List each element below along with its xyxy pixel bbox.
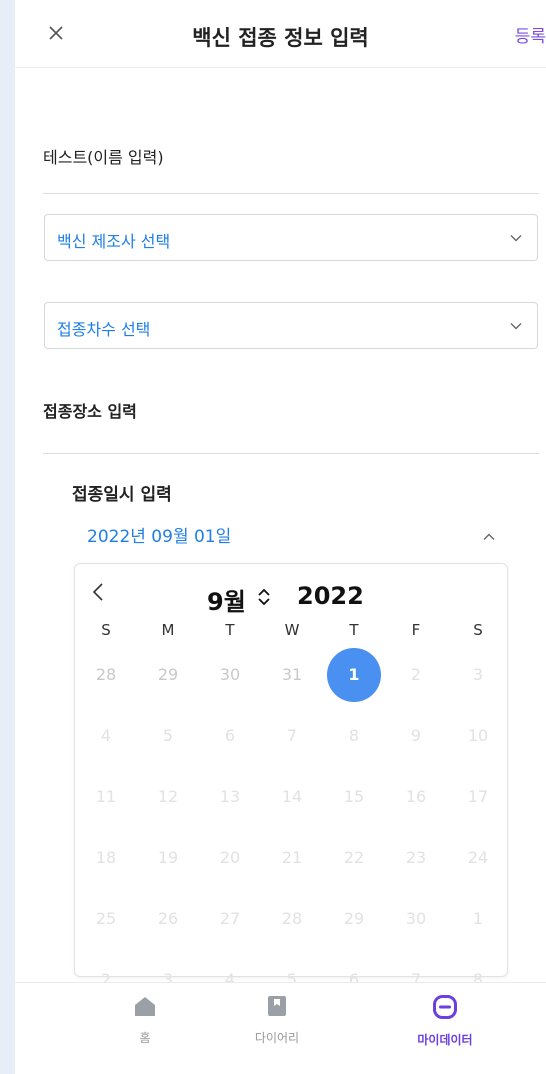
calendar-day[interactable]: 29 (137, 644, 199, 705)
calendar-day[interactable]: 29 (323, 888, 385, 949)
header: 백신 접종 정보 입력 등록 (15, 0, 546, 68)
calendar-day[interactable]: 25 (75, 888, 137, 949)
dose-select-label: 접종차수 선택 (57, 320, 151, 339)
calendar-day[interactable]: 8 (323, 705, 385, 766)
week-row: 4 5 6 7 8 9 10 (75, 705, 509, 766)
weekday-label: M (161, 621, 175, 639)
calendar-day[interactable]: 30 (385, 888, 447, 949)
calendar-day[interactable]: 11 (75, 766, 137, 827)
chevron-left-icon[interactable] (91, 582, 105, 602)
calendar-day[interactable]: 31 (261, 644, 323, 705)
week-row: 11 12 13 14 15 16 17 (75, 766, 509, 827)
date-value[interactable]: 2022년 09월 01일 (87, 522, 231, 547)
place-field[interactable]: 접종장소 입력 (43, 392, 539, 454)
calendar-year[interactable]: 2022 (297, 582, 364, 610)
month-toggle-icon[interactable] (257, 587, 271, 607)
page-title: 백신 접종 정보 입력 (192, 26, 369, 50)
calendar-day[interactable]: 15 (323, 766, 385, 827)
chevron-up-icon[interactable] (482, 530, 496, 544)
calendar-day[interactable]: 3 (447, 644, 509, 705)
tab-home[interactable]: 홈 (95, 995, 195, 1046)
weekday-label: T (225, 621, 235, 639)
calendar-day[interactable]: 30 (199, 644, 261, 705)
weekday-label: T (349, 621, 359, 639)
manufacturer-select[interactable]: 백신 제조사 선택 (44, 214, 538, 261)
name-field-label: 테스트(이름 입력) (43, 148, 164, 167)
dose-select[interactable]: 접종차수 선택 (44, 302, 538, 349)
place-field-label: 접종장소 입력 (43, 402, 137, 421)
weekday-label: F (411, 621, 421, 639)
tab-diary[interactable]: 다이어리 (227, 995, 327, 1046)
calendar-grid: S M T W T F S 28 29 30 31 1 2 3 4 5 6 7 8 9 10 11 12 13 14 15 16 17… (75, 616, 509, 1010)
calendar-day[interactable]: 28 (75, 644, 137, 705)
tab-mydata-label: 마이데이터 (417, 1033, 473, 1047)
week-row: 25 26 27 28 29 30 1 (75, 888, 509, 949)
tab-bar: 홈 다이어리 마이데이터 (15, 982, 546, 1074)
calendar-day[interactable]: 4 (75, 705, 137, 766)
tab-home-label: 홈 (139, 1031, 151, 1045)
calendar-month[interactable]: 9월 (207, 582, 246, 617)
calendar-day[interactable]: 20 (199, 827, 261, 888)
weekday-row: SMTWTFS (75, 616, 509, 644)
manufacturer-select-label: 백신 제조사 선택 (57, 232, 171, 251)
weekday-label: W (284, 621, 300, 639)
calendar-day[interactable]: 28 (261, 888, 323, 949)
calendar-day[interactable]: 22 (323, 827, 385, 888)
calendar: 9월 2022 S M T W T F S 28 29 30 31 1 2 3 4 5 6 7 8 9 10 11 12 13… (74, 563, 508, 989)
calendar-day[interactable]: 13 (199, 766, 261, 827)
calendar-day[interactable]: 9 (385, 705, 447, 766)
calendar-day[interactable]: 2 (385, 644, 447, 705)
calendar-day[interactable]: 17 (447, 766, 509, 827)
app-frame: 백신 접종 정보 입력 등록 테스트(이름 입력) 백신 제조사 선택 접종차수… (0, 0, 546, 1074)
screen: 백신 접종 정보 입력 등록 테스트(이름 입력) 백신 제조사 선택 접종차수… (15, 0, 546, 1074)
calendar-day[interactable]: 6 (199, 705, 261, 766)
tab-mydata[interactable]: 마이데이터 (395, 995, 495, 1048)
calendar-day[interactable]: 27 (199, 888, 261, 949)
week-row: 28 29 30 31 1 2 3 (75, 644, 509, 705)
calendar-day[interactable]: 21 (261, 827, 323, 888)
tab-diary-label: 다이어리 (254, 1031, 300, 1045)
name-field[interactable]: 테스트(이름 입력) (43, 138, 539, 194)
home-icon (135, 997, 155, 1016)
calendar-day[interactable]: 19 (137, 827, 199, 888)
calendar-day[interactable]: 10 (447, 705, 509, 766)
week-row: 18 19 20 21 22 23 24 (75, 827, 509, 888)
diary-icon (268, 996, 286, 1016)
calendar-day[interactable]: 12 (137, 766, 199, 827)
calendar-day[interactable]: 26 (137, 888, 199, 949)
calendar-day[interactable]: 16 (385, 766, 447, 827)
calendar-day[interactable]: 18 (75, 827, 137, 888)
calendar-day[interactable]: 1 (447, 888, 509, 949)
date-section-title: 접종일시 입력 (72, 485, 172, 505)
calendar-day[interactable]: 1 (323, 644, 385, 705)
selected-day[interactable]: 1 (327, 647, 381, 702)
calendar-day[interactable]: 5 (137, 705, 199, 766)
chevron-down-icon (510, 323, 522, 330)
chevron-down-icon (510, 235, 522, 242)
mydata-icon (433, 995, 457, 1019)
calendar-day[interactable]: 24 (447, 827, 509, 888)
weekday-label: S (101, 621, 111, 639)
register-button[interactable]: 등록 (515, 22, 546, 47)
calendar-day[interactable]: 7 (261, 705, 323, 766)
calendar-day[interactable]: 23 (385, 827, 447, 888)
weekday-label: S (473, 621, 483, 639)
calendar-day[interactable]: 14 (261, 766, 323, 827)
